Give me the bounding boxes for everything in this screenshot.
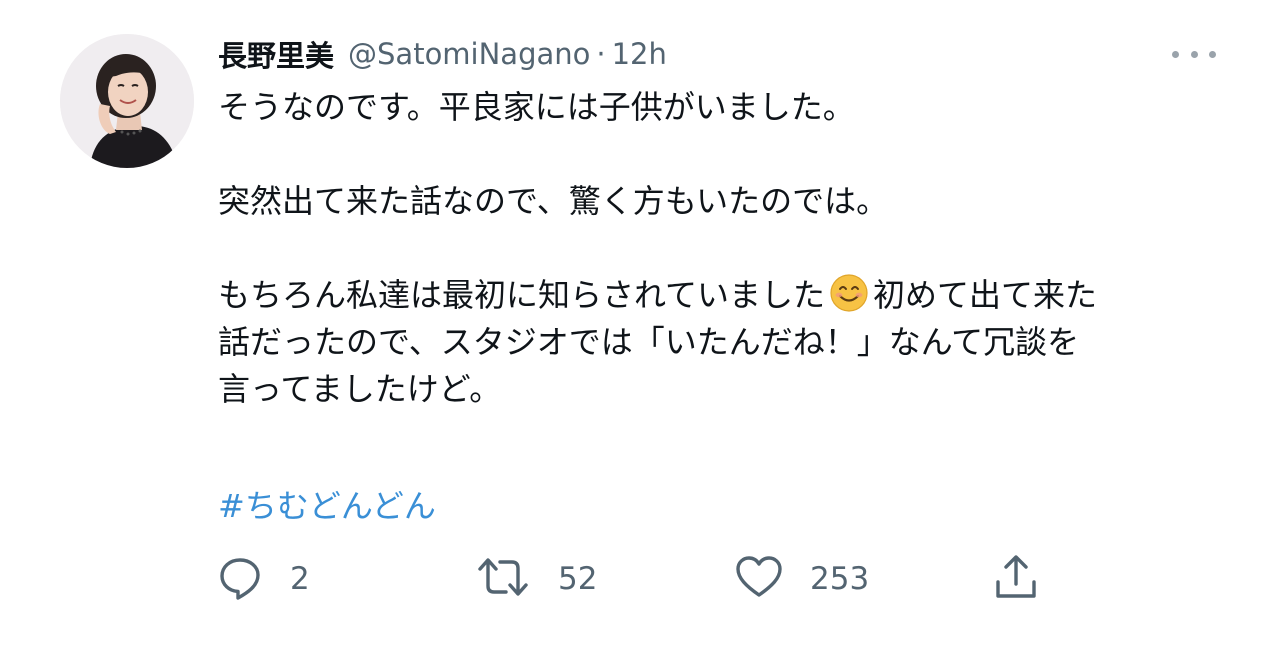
text-segment: 初めて出て来た [873, 276, 1098, 314]
retweet-count: 52 [558, 561, 598, 597]
reply-button[interactable]: 2 [216, 552, 310, 606]
share-icon [992, 552, 1040, 606]
reply-count: 2 [290, 561, 310, 597]
like-button[interactable]: 253 [734, 552, 869, 606]
text-line: そうなのです。平良家には子供がいました。 [218, 88, 855, 126]
dot-icon [1172, 50, 1179, 58]
tweet-time[interactable]: 12h [612, 37, 667, 71]
tweet-text: そうなのです。平良家には子供がいました。 突然出て来た話なので、驚く方もいたので… [218, 84, 1248, 413]
heart-icon [734, 553, 784, 605]
text-line: 言ってましたけど。 [218, 370, 502, 408]
dot-icon [1190, 50, 1198, 58]
author-name[interactable]: 長野里美 [218, 33, 334, 75]
retweet-button[interactable]: 52 [474, 552, 597, 606]
hashtag-link[interactable]: #ちむどんどん [218, 483, 436, 530]
retweet-icon [474, 553, 532, 605]
separator-dot: · [596, 37, 606, 71]
text-line: もちろん私達は最初に知らされていました 初めて出て来た [218, 272, 1248, 319]
dot-icon [1209, 50, 1216, 58]
text-segment: もちろん私達は最初に知らされていました [218, 276, 826, 314]
tweet[interactable]: 長野里美 @SatomiNagano · 12h そうなのです。平良家には子供が… [0, 0, 1284, 654]
text-line: 突然出て来た話なので、驚く方もいたのでは。 [218, 182, 889, 220]
smiling-face-emoji [829, 273, 869, 313]
comment-icon [216, 553, 264, 605]
avatar[interactable] [60, 34, 194, 168]
tweet-actions: 2 52 253 [216, 552, 1046, 606]
tweet-header: 長野里美 @SatomiNagano · 12h [218, 32, 667, 76]
like-count: 253 [810, 561, 870, 597]
more-options-button[interactable] [1168, 40, 1220, 68]
text-line: 話だったので、スタジオでは「いたんだね！」なんて冗談を [218, 323, 1080, 361]
author-handle[interactable]: @SatomiNagano [348, 37, 590, 71]
share-button[interactable] [992, 552, 1040, 606]
